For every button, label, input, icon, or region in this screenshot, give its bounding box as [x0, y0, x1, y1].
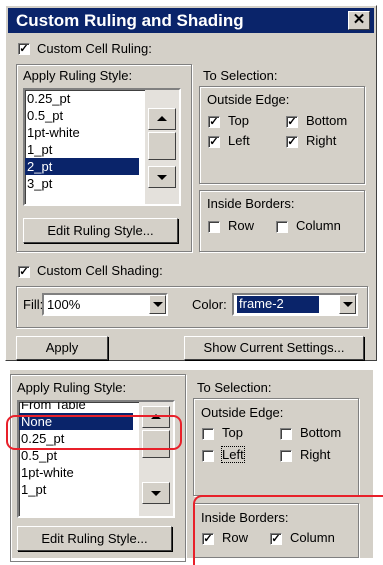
apply-ruling-label: Apply Ruling Style:	[23, 68, 133, 83]
fill-dropdown-button[interactable]	[149, 295, 166, 314]
show-current-settings-button[interactable]: Show Current Settings...	[184, 336, 364, 360]
chevron-down-icon	[152, 302, 163, 307]
left-edge-label: Left	[228, 133, 250, 148]
apply-button[interactable]: Apply	[16, 336, 108, 360]
list-item[interactable]: 2_pt	[25, 158, 139, 175]
left-edge-checkbox-2[interactable]	[202, 450, 214, 462]
bottom-edge-checkbox-2[interactable]	[280, 428, 292, 440]
bottom-edge-checkbox[interactable]: ✓	[286, 116, 298, 128]
column-label: Column	[296, 218, 341, 233]
custom-cell-ruling-label: Custom Cell Ruling:	[37, 41, 152, 56]
scroll-up-button[interactable]	[148, 108, 176, 130]
edit-ruling-style-button-2[interactable]: Edit Ruling Style...	[17, 526, 172, 551]
fill-select[interactable]: 100%	[42, 293, 168, 316]
right-edge-checkbox-2[interactable]	[280, 450, 292, 462]
ruling-panel-detail: Apply Ruling Style: From Table None 0.25…	[6, 370, 383, 565]
top-edge-label: Top	[228, 113, 249, 128]
to-selection-label: To Selection:	[203, 68, 278, 83]
apply-ruling-label-2: Apply Ruling Style:	[17, 380, 127, 395]
fill-value: 100%	[47, 297, 81, 312]
row-label: Row	[228, 218, 255, 233]
dialog-title: Custom Ruling and Shading	[16, 11, 244, 30]
none-highlight-annotation	[6, 415, 182, 450]
outside-edge-label: Outside Edge:	[207, 92, 290, 107]
to-selection-label-2: To Selection:	[197, 380, 272, 395]
scroll-down-button[interactable]	[148, 166, 176, 188]
scroll-thumb[interactable]	[148, 132, 176, 160]
custom-cell-shading-checkbox[interactable]: ✓	[18, 266, 30, 278]
right-edge-checkbox[interactable]: ✓	[286, 136, 298, 148]
outside-edge-label-2: Outside Edge:	[201, 405, 284, 420]
down-arrow-icon	[157, 175, 167, 180]
custom-cell-ruling-checkbox[interactable]: ✓	[18, 43, 30, 55]
custom-ruling-dialog: Custom Ruling and Shading ✕ ✓ Custom Cel…	[5, 5, 377, 361]
right-edge-label: Right	[306, 133, 337, 148]
color-value: frame-2	[236, 295, 320, 314]
row-checkbox[interactable]	[208, 221, 220, 233]
bottom-edge-label: Bottom	[306, 113, 348, 128]
close-icon: ✕	[352, 11, 366, 28]
down-arrow-icon	[151, 491, 161, 496]
chevron-down-icon	[342, 302, 353, 307]
fill-label: Fill:	[23, 297, 44, 312]
ruling-style-list[interactable]: 0.25_pt 0.5_pt 1pt-white 1_pt 2_pt 3_pt	[23, 88, 181, 206]
top-edge-checkbox[interactable]: ✓	[208, 116, 220, 128]
inside-borders-label: Inside Borders:	[207, 196, 295, 211]
scroll-down-button-2[interactable]	[142, 482, 170, 504]
close-button[interactable]: ✕	[348, 11, 370, 30]
top-edge-label-2: Top	[222, 425, 243, 440]
left-edge-checkbox[interactable]: ✓	[208, 136, 220, 148]
top-edge-checkbox-2[interactable]	[202, 428, 214, 440]
up-arrow-icon	[157, 116, 167, 121]
color-dropdown-button[interactable]	[339, 295, 356, 314]
inside-borders-highlight-annotation	[193, 495, 383, 565]
color-label: Color:	[192, 297, 227, 312]
bottom-edge-label-2: Bottom	[300, 425, 342, 440]
column-checkbox[interactable]	[276, 221, 288, 233]
title-bar: Custom Ruling and Shading ✕	[8, 8, 374, 33]
list-scrollbar[interactable]	[145, 90, 179, 204]
color-select[interactable]: frame-2	[232, 293, 358, 316]
left-edge-label-2: Left	[221, 446, 245, 463]
edit-ruling-style-button[interactable]: Edit Ruling Style...	[23, 218, 178, 243]
right-edge-label-2: Right	[300, 447, 331, 462]
custom-cell-shading-label: Custom Cell Shading:	[37, 263, 163, 278]
